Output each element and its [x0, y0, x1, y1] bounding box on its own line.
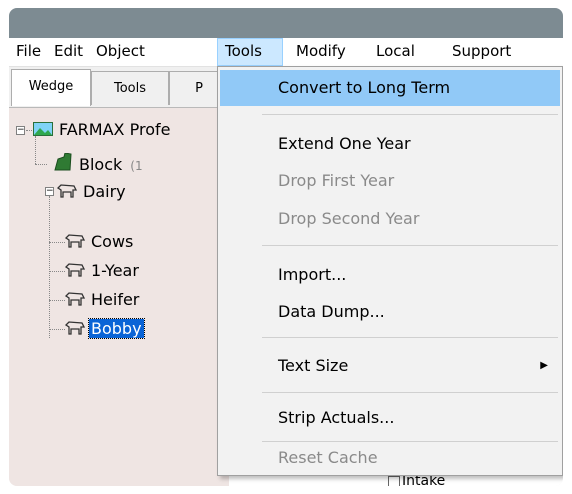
tree-line: [49, 271, 65, 272]
collapse-icon[interactable]: −: [45, 187, 54, 196]
menu-item-text-size[interactable]: Text Size ▶: [220, 348, 560, 384]
menu-item-extend-one-year[interactable]: Extend One Year: [220, 126, 560, 162]
collapse-icon[interactable]: −: [16, 126, 25, 135]
cow-icon: [64, 261, 86, 283]
tree-label: Block: [79, 154, 123, 174]
tree-item-dairy[interactable]: Dairy: [56, 181, 128, 204]
menu-support[interactable]: Support: [445, 38, 518, 66]
farm-tree: − FARMAX Profe Block (1 − Dairy Cows 1-Y…: [9, 107, 229, 486]
tab-tools[interactable]: Tools: [91, 71, 169, 105]
cow-icon: [64, 319, 86, 341]
menu-object[interactable]: Object: [89, 38, 152, 66]
tree-item-bobby[interactable]: Bobby: [64, 318, 145, 341]
tree-item-farm[interactable]: FARMAX Profe: [33, 119, 172, 141]
menu-modify[interactable]: Modify: [289, 38, 353, 66]
menu-file[interactable]: File: [9, 38, 48, 66]
menu-separator: [262, 337, 558, 338]
menu-item-drop-second-year[interactable]: Drop Second Year: [220, 201, 560, 237]
menu-item-drop-first-year[interactable]: Drop First Year: [220, 163, 560, 199]
tree-line: [49, 196, 50, 338]
tree-item-yearlings[interactable]: 1-Year: [64, 260, 141, 283]
menu-item-reset-cache[interactable]: Reset Cache: [220, 442, 560, 474]
tree-label: Cows: [91, 232, 134, 251]
menu-item-label: Text Size: [278, 356, 349, 375]
cow-icon: [56, 182, 78, 204]
tools-dropdown-menu: Convert to Long Term Extend One Year Dro…: [217, 66, 563, 476]
menu-item-import[interactable]: Import...: [220, 257, 560, 293]
menu-item-convert-long-term[interactable]: Convert to Long Term: [220, 70, 560, 106]
tree-item-cows[interactable]: Cows: [64, 231, 135, 254]
tree-label: Heifer: [91, 290, 140, 309]
app-window: File Edit Object Tools Modify Local Supp…: [9, 8, 563, 486]
menu-separator: [262, 245, 558, 246]
cow-icon: [64, 232, 86, 254]
block-icon: [53, 152, 73, 177]
tree-item-heifer[interactable]: Heifer: [64, 289, 141, 312]
grid-icon: [388, 475, 400, 486]
title-bar: [9, 8, 563, 38]
menu-separator: [262, 114, 558, 115]
menu-item-data-dump[interactable]: Data Dump...: [220, 294, 560, 330]
tree-line: [49, 300, 65, 301]
block-count: (1: [130, 158, 143, 173]
menu-edit[interactable]: Edit: [47, 38, 90, 66]
landscape-icon: [33, 120, 53, 142]
menu-item-strip-actuals[interactable]: Strip Actuals...: [220, 400, 560, 436]
submenu-arrow-icon: ▶: [540, 360, 548, 371]
menu-local[interactable]: Local: [369, 38, 422, 66]
tree-line: [49, 242, 65, 243]
menu-separator: [262, 392, 558, 393]
cow-icon: [64, 290, 86, 312]
tree-label: Bobby: [88, 318, 145, 339]
menu-bar: File Edit Object Tools Modify Local Supp…: [9, 38, 563, 67]
tree-label: FARMAX Profe: [59, 120, 171, 139]
tab-wedge[interactable]: Wedge: [11, 69, 91, 106]
tree-line: [49, 329, 65, 330]
tree-item-block[interactable]: Block (1: [53, 152, 143, 177]
tree-line: [35, 164, 47, 165]
menu-tools[interactable]: Tools: [217, 38, 283, 66]
tree-label: Dairy: [83, 182, 126, 201]
tree-label: 1-Year: [91, 261, 139, 280]
